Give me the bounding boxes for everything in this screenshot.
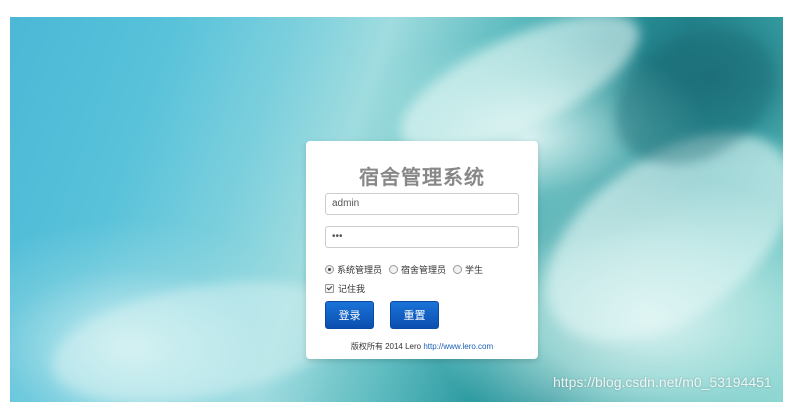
reset-button[interactable]: 重置 xyxy=(390,301,439,329)
role-label: 系统管理员 xyxy=(337,265,383,275)
role-option-dorm-admin[interactable]: 宿舍管理员 xyxy=(389,263,446,276)
password-input[interactable]: ••• xyxy=(325,226,519,248)
checkbox-checked-icon[interactable] xyxy=(325,284,334,293)
copyright-link[interactable]: http://www.lero.com xyxy=(423,342,493,351)
csdn-watermark: https://blog.csdn.net/m0_53194451 xyxy=(553,374,772,390)
remember-me-option[interactable]: 记住我 xyxy=(325,282,365,295)
copyright-footer: 版权所有 2014 Lero http://www.lero.com xyxy=(306,341,538,352)
login-button[interactable]: 登录 xyxy=(325,301,374,329)
role-option-system-admin[interactable]: 系统管理员 xyxy=(325,263,382,276)
role-radio-group: 系统管理员 宿舍管理员 学生 xyxy=(325,263,490,276)
radio-unchecked-icon[interactable] xyxy=(389,265,399,274)
page: 宿舍管理系统 admin ••• 系统管理员 宿舍管理员 学生 记住我 登录 重… xyxy=(0,0,806,402)
login-panel: 宿舍管理系统 admin ••• 系统管理员 宿舍管理员 学生 记住我 登录 重… xyxy=(306,141,538,359)
radio-checked-icon[interactable] xyxy=(325,265,334,274)
remember-me-label: 记住我 xyxy=(338,284,366,294)
radio-unchecked-icon[interactable] xyxy=(453,265,463,274)
copyright-text: 版权所有 2014 Lero xyxy=(350,342,422,351)
system-title: 宿舍管理系统 xyxy=(359,165,485,189)
role-option-student[interactable]: 学生 xyxy=(453,263,483,276)
username-input[interactable]: admin xyxy=(325,193,519,215)
role-label: 学生 xyxy=(465,265,484,275)
role-label: 宿舍管理员 xyxy=(401,265,447,275)
